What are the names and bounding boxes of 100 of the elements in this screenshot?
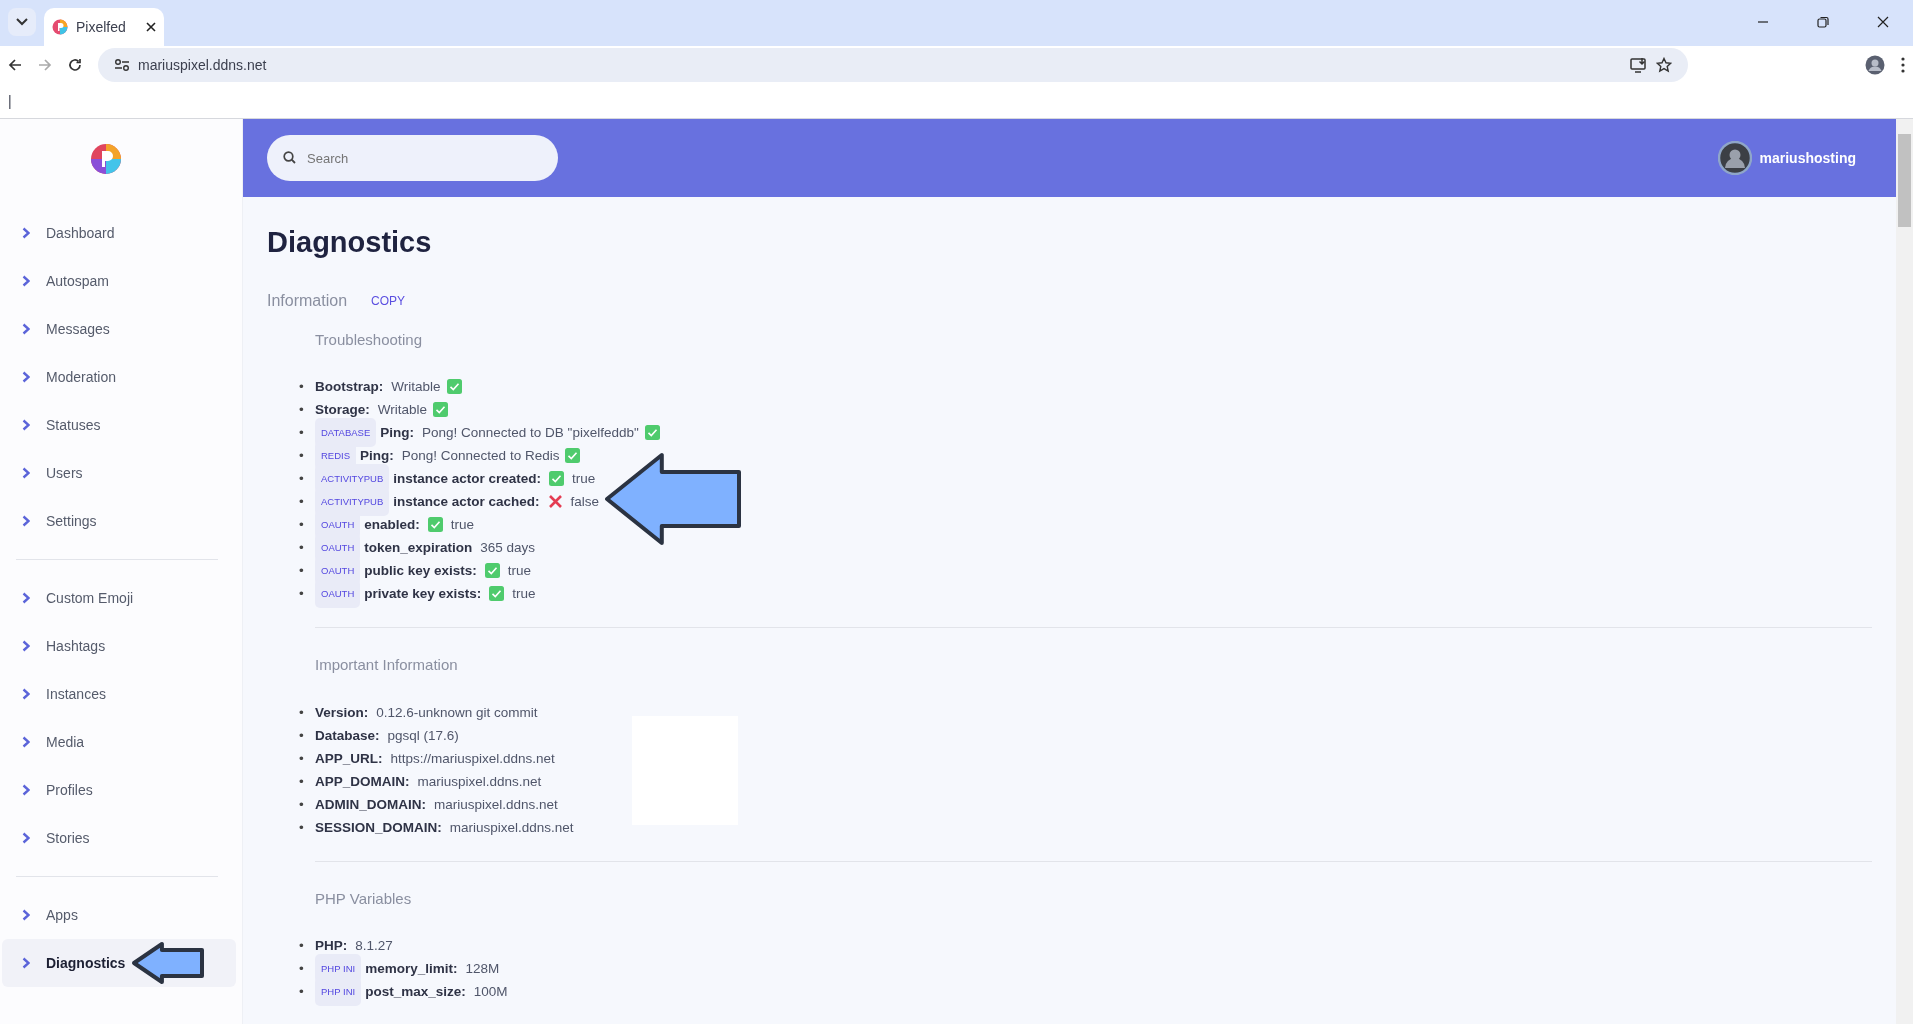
sidebar-item[interactable]: Settings: [2, 497, 236, 545]
item-value: 100M: [473, 983, 508, 1001]
sidebar-item[interactable]: Media: [2, 718, 236, 766]
sidebar-item[interactable]: Custom Emoji: [2, 574, 236, 622]
menu-icon[interactable]: [1901, 57, 1905, 73]
chevron-icon: [22, 909, 30, 921]
tab-list-button[interactable]: [8, 8, 36, 36]
item-label: Storage:: [315, 401, 370, 419]
section-title: Information: [267, 290, 348, 311]
item-label: Database:: [315, 726, 380, 745]
subsection-title: PHP Variables: [315, 888, 413, 909]
list-bullet: •: [299, 937, 305, 955]
search-field[interactable]: Search: [267, 135, 558, 181]
restore-icon[interactable]: [1817, 16, 1829, 28]
item-label: ADMIN_DOMAIN:: [315, 795, 426, 814]
subsection-title: Troubleshooting: [315, 329, 423, 350]
chevron-icon: [22, 784, 30, 796]
item-label: post_max_size:: [365, 983, 466, 1001]
chevron-icon: [22, 832, 30, 844]
item-value: Writable: [377, 401, 428, 419]
item-label: APP_URL:: [315, 749, 383, 768]
reload-icon[interactable]: [68, 58, 82, 72]
sidebar-item[interactable]: Profiles: [2, 766, 236, 814]
copy-button[interactable]: COPY: [371, 291, 406, 310]
item-label: memory_limit:: [365, 960, 458, 978]
list-bullet: •: [299, 539, 305, 557]
chevron-icon: [22, 736, 30, 748]
list-bullet: •: [299, 470, 305, 488]
profile-avatar[interactable]: [1865, 55, 1885, 75]
item-value: Pong! Connected to DB "pixelfeddb": [422, 424, 639, 442]
list-bullet: •: [299, 726, 305, 745]
list-bullet: •: [299, 562, 305, 580]
item-label: Bootstrap:: [315, 378, 384, 396]
item-value: 8.1.27: [355, 937, 393, 955]
star-icon[interactable]: [1656, 57, 1672, 73]
list-bullet: •: [299, 772, 305, 791]
sidebar-item[interactable]: Users: [2, 449, 236, 497]
sidebar-item[interactable]: Instances: [2, 670, 236, 718]
scrollbar[interactable]: [1896, 119, 1913, 1024]
item-value: mariuspixel.ddns.net: [434, 795, 558, 814]
item-value: 128M: [465, 960, 500, 978]
text-cursor: |: [8, 91, 12, 111]
sidebar-item[interactable]: Diagnostics: [2, 939, 236, 987]
browser-tab[interactable]: Pixelfed: [44, 8, 164, 46]
chevron-icon: [22, 592, 30, 604]
list-bullet: •: [299, 818, 305, 837]
chevron-icon: [22, 371, 30, 383]
address-bar[interactable]: mariuspixel.ddns.net: [98, 48, 1688, 82]
sidebar-item[interactable]: Messages: [2, 305, 236, 353]
item-value: 365 days: [480, 539, 536, 557]
item-label: enabled:: [364, 516, 420, 534]
list-bullet: •: [299, 424, 305, 442]
item-value: false: [570, 493, 600, 511]
tab-title: Pixelfed: [76, 17, 127, 37]
close-icon[interactable]: [146, 22, 156, 32]
chevron-icon: [22, 227, 30, 239]
item-value: pgsql (17.6): [387, 726, 459, 745]
search-icon: [283, 151, 296, 164]
item-value: Writable: [391, 378, 441, 396]
item-label: Version:: [315, 703, 369, 722]
category-tag: OAUTH: [315, 579, 361, 608]
subsection-title: Important Information: [315, 655, 459, 675]
install-icon[interactable]: [1630, 57, 1648, 73]
address-text: mariuspixel.ddns.net: [138, 55, 268, 75]
app-logo-icon: [52, 19, 68, 35]
back-icon[interactable]: [8, 58, 22, 72]
category-tag: PHP INI: [315, 977, 362, 1006]
sidebar-item[interactable]: Statuses: [2, 401, 236, 449]
item-label: instance actor created:: [393, 470, 542, 488]
chevron-icon: [22, 688, 30, 700]
item-value: Pong! Connected to Redis: [401, 447, 560, 465]
chevron-icon: [22, 419, 30, 431]
sidebar-item[interactable]: Moderation: [2, 353, 236, 401]
sidebar-item[interactable]: Dashboard: [2, 209, 236, 257]
user-avatar[interactable]: [1717, 141, 1752, 175]
username[interactable]: mariushosting: [1759, 147, 1856, 169]
item-value: true: [507, 562, 532, 580]
chevron-icon: [22, 640, 30, 652]
item-label: private key exists:: [364, 585, 482, 603]
chevron-icon: [22, 323, 30, 335]
sidebar-item[interactable]: Apps: [2, 891, 236, 939]
sidebar-item[interactable]: Stories: [2, 814, 236, 862]
sidebar-item[interactable]: Hashtags: [2, 622, 236, 670]
chevron-icon: [22, 515, 30, 527]
pixelfed-logo: [90, 143, 122, 175]
list-bullet: •: [299, 585, 305, 603]
list-bullet: •: [299, 378, 305, 396]
list-bullet: •: [299, 493, 305, 511]
item-label: Ping:: [360, 447, 394, 465]
item-label: token_expiration: [364, 539, 473, 557]
list-bullet: •: [299, 401, 305, 419]
close-icon[interactable]: [1877, 16, 1889, 28]
list-bullet: •: [299, 983, 305, 1001]
item-label: instance actor cached:: [393, 493, 540, 511]
sidebar-item[interactable]: Autospam: [2, 257, 236, 305]
list-bullet: •: [299, 447, 305, 465]
item-label: APP_DOMAIN:: [315, 772, 410, 791]
item-label: PHP:: [315, 937, 348, 955]
site-settings-icon[interactable]: [114, 58, 130, 72]
chevron-icon: [22, 957, 30, 969]
